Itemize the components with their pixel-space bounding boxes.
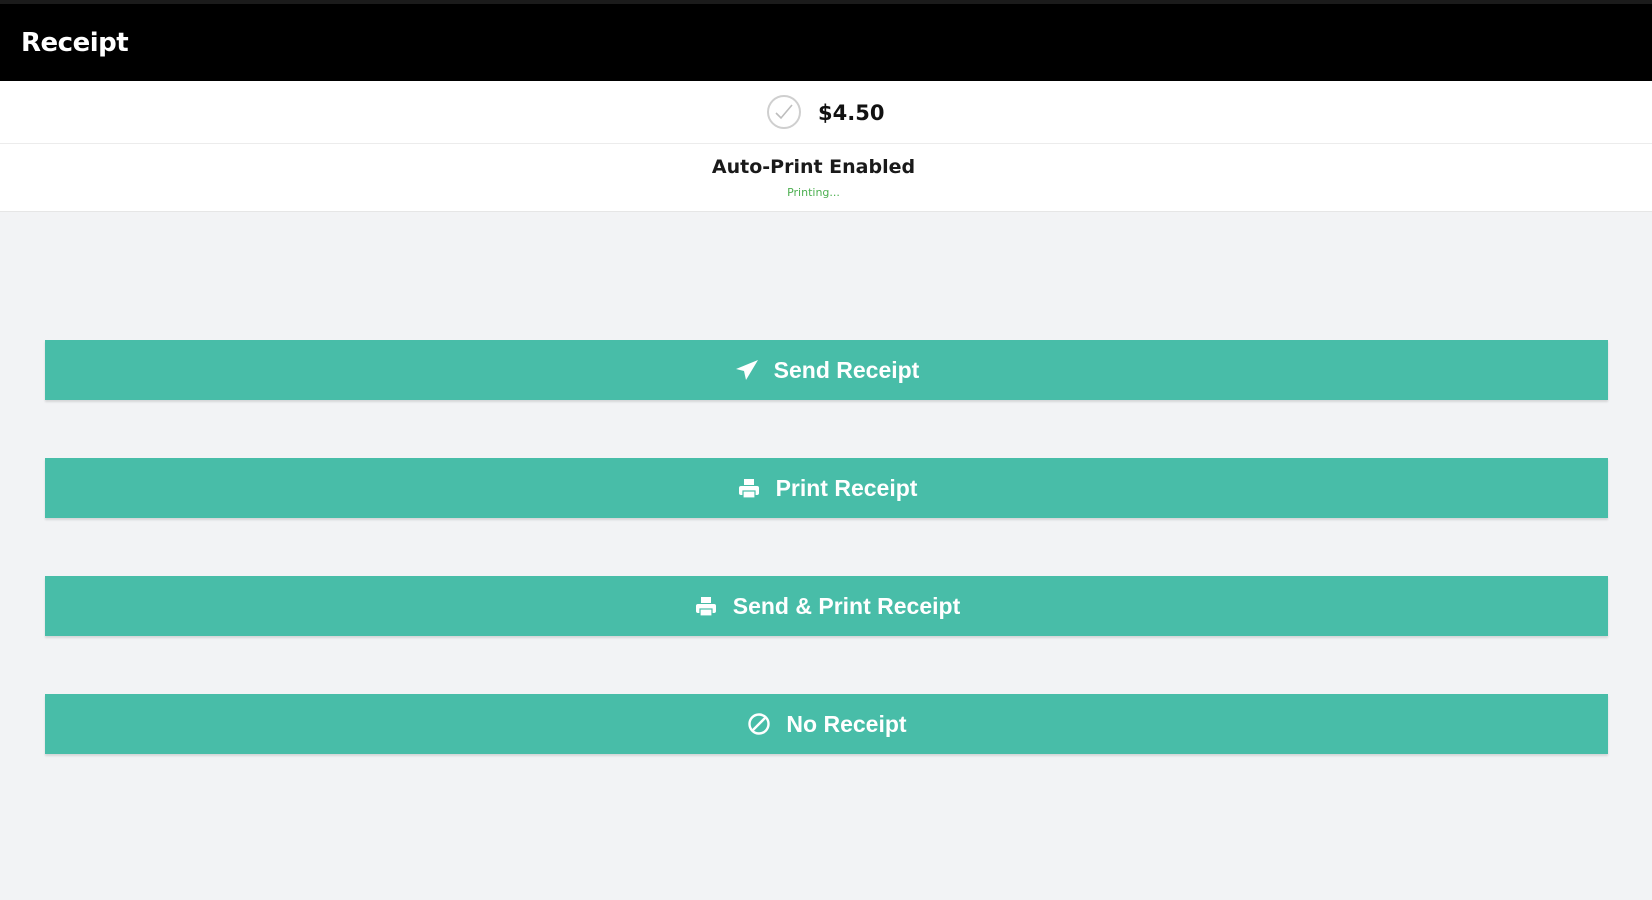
send-and-print-receipt-label: Send & Print Receipt — [732, 592, 961, 619]
printing-status-text: Printing... — [787, 186, 840, 199]
send-receipt-button[interactable]: Send Receipt — [45, 340, 1608, 400]
payment-amount: $4.50 — [818, 101, 885, 125]
print-receipt-label: Print Receipt — [775, 474, 918, 501]
auto-print-title: Auto-Print Enabled — [711, 156, 916, 178]
print-receipt-button[interactable]: Print Receipt — [45, 458, 1608, 518]
send-receipt-label: Send Receipt — [773, 356, 920, 383]
auto-print-status: Auto-Print Enabled Printing... — [0, 144, 1652, 212]
printer-icon — [693, 593, 719, 619]
no-receipt-button[interactable]: No Receipt — [45, 694, 1608, 754]
printer-icon — [736, 475, 762, 501]
ban-icon — [746, 711, 772, 737]
page-title: Receipt — [21, 28, 129, 58]
receipt-actions: Send Receipt Print Receipt Send & Print … — [45, 340, 1608, 812]
payment-summary: $4.50 — [0, 81, 1652, 144]
paper-plane-icon — [734, 357, 760, 383]
send-and-print-receipt-button[interactable]: Send & Print Receipt — [45, 576, 1608, 636]
top-bar: Receipt — [0, 0, 1652, 81]
check-circle-icon — [767, 95, 801, 129]
no-receipt-label: No Receipt — [786, 710, 907, 737]
